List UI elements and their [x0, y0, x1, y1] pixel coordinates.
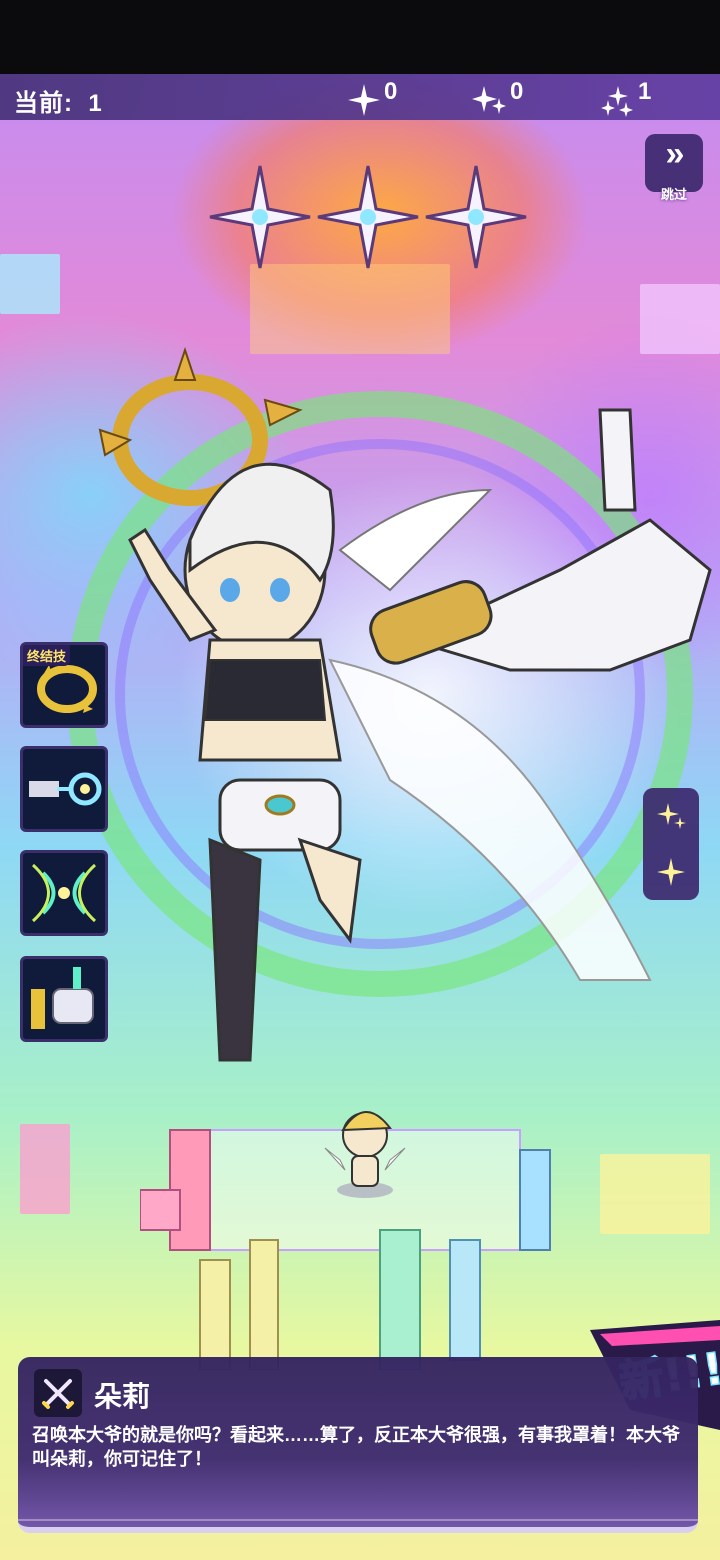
fist-skill-icon: [31, 967, 94, 1029]
rarity-star-2-icon: [317, 165, 419, 269]
dialog-text: 召唤本大爷的就是你吗？看起来……算了，反正本大爷很强，有事我罩着！本大爷叫朵莉，…: [32, 1425, 680, 1469]
crossed-swords-icon: [42, 1379, 74, 1409]
skip-label: 跳过: [660, 187, 687, 202]
dialog-divider: [18, 1519, 698, 1521]
sparkle-2-value: 0: [510, 78, 524, 105]
double-chevron-right-icon: »: [665, 135, 685, 173]
status-bar: [0, 0, 720, 74]
skill-3-button[interactable]: [20, 850, 108, 936]
dialog-box[interactable]: 朵莉 召唤本大爷的就是你吗？看起来……算了，反正本大爷很强，有事我罩着！本大爷叫…: [18, 1357, 698, 1533]
chibi-pixel-platform: [140, 1111, 551, 1370]
sparkle-1-counter: 0: [346, 78, 398, 118]
sparkle-1-icon: [348, 84, 380, 116]
side-sparkle-button-1[interactable]: [643, 788, 699, 844]
sparkle-3-icon: [601, 86, 633, 117]
side-sparkle-panel: [643, 788, 699, 900]
sparkle-2-counter: 0: [470, 78, 524, 118]
rarity-stars: [209, 165, 527, 269]
skill-ultimate-button[interactable]: 终结技: [20, 642, 108, 728]
class-icon-frame: [34, 1369, 82, 1417]
rarity-star-3-icon: [425, 165, 527, 269]
sparkle-3-value: 1: [638, 78, 652, 105]
hero-character-artwork: [98, 346, 712, 1062]
beam-skill-icon: [29, 772, 102, 806]
sparkle-3-counter: 1: [598, 78, 652, 118]
skill-4-button[interactable]: [20, 956, 108, 1042]
wave-skill-icon: [31, 863, 97, 923]
current-value: 1: [88, 90, 103, 117]
side-sparkle-button-2[interactable]: [643, 844, 699, 900]
single-sparkle-icon: [657, 858, 685, 886]
skill-2-button[interactable]: [20, 746, 108, 832]
skill-tag-ultimate: 终结技: [23, 645, 71, 666]
sparkle-2-icon: [472, 86, 506, 114]
character-name: 朵莉: [94, 1381, 151, 1412]
current-count: 当前: 1: [14, 83, 103, 118]
rarity-star-1-icon: [209, 165, 311, 269]
current-label: 当前:: [14, 90, 73, 117]
top-bar: 当前: 1 0 0 1: [0, 74, 720, 120]
sparkle-1-value: 0: [384, 78, 398, 105]
double-sparkle-icon: [657, 803, 686, 829]
